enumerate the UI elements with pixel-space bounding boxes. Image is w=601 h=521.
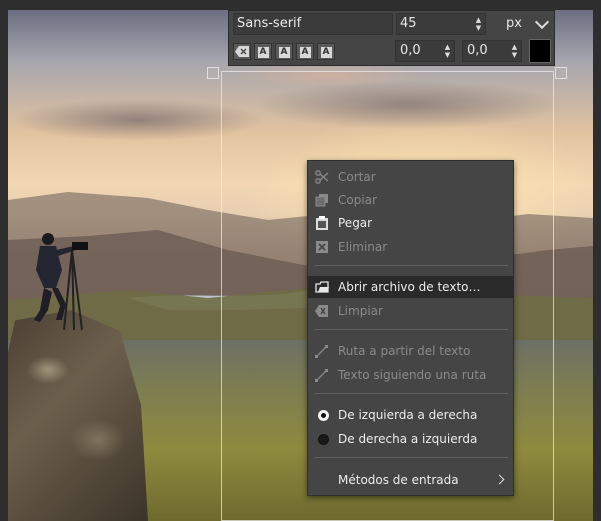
- resize-handle-top-right[interactable]: [555, 67, 567, 79]
- bold-button[interactable]: A: [254, 43, 272, 60]
- scissors-icon: [315, 170, 329, 184]
- menu-item-right-to-left[interactable]: De derecha a izquierda: [308, 428, 513, 450]
- kerning-value: 0,0: [467, 43, 488, 58]
- path-from-text-icon: [315, 345, 328, 358]
- bold-icon: A: [257, 47, 269, 58]
- unit-label: px: [506, 16, 522, 31]
- menu-item-label: De izquierda a derecha: [338, 408, 478, 422]
- submenu-arrow-icon: [494, 474, 505, 485]
- menu-separator: [315, 393, 508, 394]
- radio-selected-icon: [318, 410, 329, 421]
- text-color-swatch[interactable]: [529, 39, 551, 63]
- menu-separator: [315, 329, 508, 330]
- paste-icon: [316, 216, 328, 230]
- underline-button[interactable]: A: [296, 43, 314, 60]
- menu-separator: [315, 265, 508, 266]
- copy-icon: [315, 194, 328, 207]
- italic-button[interactable]: A: [275, 43, 293, 60]
- menu-item-copy[interactable]: Copiar: [308, 189, 513, 211]
- kerning-field[interactable]: 0,0 ▲ ▼: [462, 40, 522, 62]
- text-context-menu: Cortar Copiar Pegar Eliminar Abrir archi…: [307, 160, 514, 496]
- menu-item-input-methods[interactable]: Métodos de entrada: [308, 469, 513, 491]
- delete-icon: [316, 241, 328, 253]
- text-style-toolbar: Sans-serif 45 ▲ ▼ px A A A A 0,0 ▲ ▼ 0,0…: [228, 10, 555, 66]
- strikethrough-button[interactable]: A: [317, 43, 335, 60]
- clear-style-icon: [235, 46, 249, 57]
- menu-separator: [315, 457, 508, 458]
- text-along-path-icon: [315, 369, 328, 382]
- menu-item-cut[interactable]: Cortar: [308, 166, 513, 188]
- toolbar-row-style: A A A A 0,0 ▲ ▼ 0,0 ▲ ▼: [229, 39, 554, 65]
- font-size-value: 45: [400, 16, 417, 31]
- rock-cliff: [8, 310, 148, 521]
- menu-item-left-to-right[interactable]: De izquierda a derecha: [308, 404, 513, 426]
- baseline-offset-value: 0,0: [400, 43, 421, 58]
- toolbar-row-font: Sans-serif 45 ▲ ▼ px: [229, 12, 554, 38]
- menu-item-label: Limpiar: [338, 304, 383, 318]
- clear-icon: [315, 305, 328, 317]
- menu-item-label: Copiar: [338, 193, 377, 207]
- strikethrough-icon: A: [320, 47, 332, 58]
- resize-handle-top-left[interactable]: [207, 67, 219, 79]
- menu-item-open-text-file[interactable]: Abrir archivo de texto…: [308, 276, 513, 298]
- menu-item-label: Cortar: [338, 170, 376, 184]
- menu-item-label: Pegar: [338, 216, 373, 230]
- radio-unselected-icon: [318, 434, 329, 445]
- open-file-icon: [315, 281, 329, 293]
- font-size-spinner-icon[interactable]: ▲ ▼: [474, 16, 483, 32]
- chevron-down-icon: [534, 14, 550, 30]
- photographer-silhouette: [34, 233, 88, 331]
- menu-item-delete[interactable]: Eliminar: [308, 236, 513, 258]
- menu-item-label: Ruta a partir del texto: [338, 344, 471, 358]
- menu-item-label: Abrir archivo de texto…: [338, 280, 481, 294]
- italic-icon: A: [278, 47, 290, 58]
- clear-style-button[interactable]: [233, 43, 251, 60]
- menu-item-clear[interactable]: Limpiar: [308, 300, 513, 322]
- baseline-offset-field[interactable]: 0,0 ▲ ▼: [395, 40, 455, 62]
- unit-dropdown[interactable]: px: [501, 13, 551, 35]
- menu-item-paste[interactable]: Pegar: [308, 212, 513, 234]
- image-window: Sans-serif 45 ▲ ▼ px A A A A 0,0 ▲ ▼ 0,0…: [0, 0, 601, 521]
- font-name-field[interactable]: Sans-serif: [233, 13, 393, 35]
- menu-item-text-along-path[interactable]: Texto siguiendo una ruta: [308, 364, 513, 386]
- kerning-spinner-icon[interactable]: ▲ ▼: [510, 43, 519, 59]
- font-size-field[interactable]: 45 ▲ ▼: [396, 13, 486, 35]
- menu-item-label: Eliminar: [338, 240, 388, 254]
- menu-item-label: De derecha a izquierda: [338, 432, 478, 446]
- menu-item-label: Texto siguiendo una ruta: [338, 368, 487, 382]
- baseline-spinner-icon[interactable]: ▲ ▼: [443, 43, 452, 59]
- underline-icon: A: [299, 47, 311, 58]
- menu-item-path-from-text[interactable]: Ruta a partir del texto: [308, 340, 513, 362]
- menu-item-label: Métodos de entrada: [338, 473, 459, 487]
